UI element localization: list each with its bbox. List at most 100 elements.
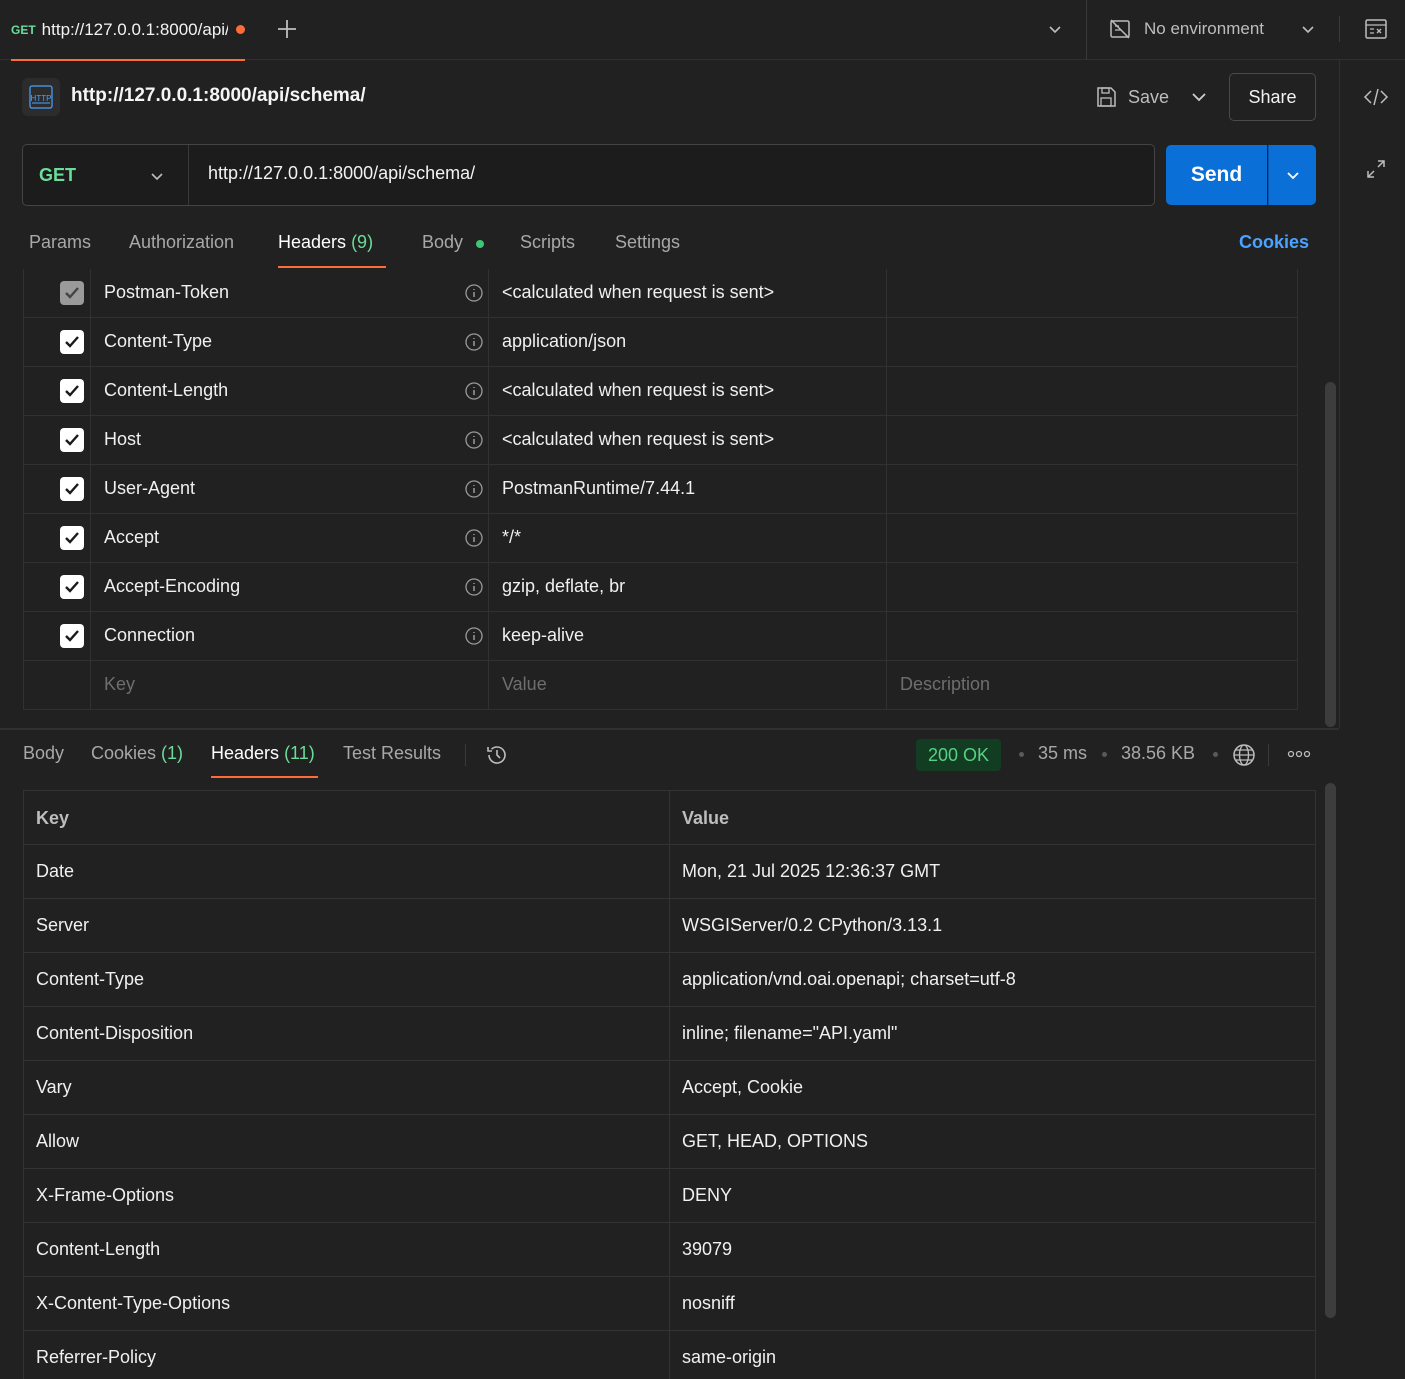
header-value: gzip, deflate, br xyxy=(502,576,626,596)
table-row: Allow GET, HEAD, OPTIONS xyxy=(23,1115,1316,1169)
header-value[interactable]: application/json xyxy=(502,331,626,352)
header-description[interactable] xyxy=(887,514,1298,563)
table-row: Server WSGIServer/0.2 CPython/3.13.1 xyxy=(23,899,1316,953)
header-checkbox[interactable] xyxy=(60,281,84,305)
request-title[interactable]: http://127.0.0.1:8000/api/schema/ xyxy=(71,85,366,107)
response-header-value: WSGIServer/0.2 CPython/3.13.1 xyxy=(682,915,943,935)
response-header-value: application/vnd.oai.openapi; charset=utf… xyxy=(682,969,1016,989)
network-info-button[interactable] xyxy=(1231,742,1257,768)
request-scrollbar[interactable] xyxy=(1325,382,1336,727)
response-header-key: X-Content-Type-Options xyxy=(36,1293,231,1313)
table-row: Content-Length <calculated when request … xyxy=(23,367,1298,416)
tab-params[interactable]: Params xyxy=(29,232,91,253)
tab-response-body[interactable]: Body xyxy=(23,743,64,764)
method-select[interactable]: GET xyxy=(23,145,189,205)
header-checkbox[interactable] xyxy=(60,526,84,550)
status-badge[interactable]: 200 OK xyxy=(916,739,1002,771)
method-label: GET xyxy=(39,164,77,185)
tab-scripts[interactable]: Scripts xyxy=(520,232,575,253)
response-header-value: Mon, 21 Jul 2025 12:36:37 GMT xyxy=(682,861,941,881)
header-description[interactable] xyxy=(887,563,1298,612)
table-row: Host <calculated when request is sent> xyxy=(23,416,1298,465)
header-key: Content-Length xyxy=(104,380,229,400)
response-header-key: Referrer-Policy xyxy=(36,1347,157,1367)
header-key: Host xyxy=(104,429,142,449)
header-description[interactable] xyxy=(887,269,1298,318)
tab-response-cookies[interactable]: Cookies (1) xyxy=(91,743,183,764)
separator xyxy=(465,744,466,766)
info-icon xyxy=(465,382,483,400)
expand-panel-button[interactable] xyxy=(1365,158,1387,180)
header-key[interactable]: Content-Type xyxy=(104,331,212,352)
tab-headers-count: (9) xyxy=(351,232,374,252)
response-tabs: Body Cookies (1) Headers (11) Test Resul… xyxy=(0,730,1339,780)
header-description[interactable] xyxy=(887,416,1298,465)
save-dropdown-button[interactable] xyxy=(1189,87,1209,107)
header-checkbox[interactable] xyxy=(60,330,84,354)
table-row: Postman-Token <calculated when request i… xyxy=(23,269,1298,318)
response-time[interactable]: 35 ms xyxy=(1038,743,1087,764)
request-tab[interactable]: GET http://127.0.0.1:8000/api/ xyxy=(11,0,245,61)
table-row: Accept-Encoding gzip, deflate, br xyxy=(23,563,1298,612)
header-checkbox[interactable] xyxy=(60,575,84,599)
response-header-key: Content-Disposition xyxy=(36,1023,194,1043)
table-row: Vary Accept, Cookie xyxy=(23,1061,1316,1115)
table-row: Content-Type application/vnd.oai.openapi… xyxy=(23,953,1316,1007)
header-checkbox[interactable] xyxy=(60,477,84,501)
header-description[interactable] xyxy=(887,318,1298,367)
info-icon xyxy=(465,627,483,645)
response-header-key: Date xyxy=(36,861,75,881)
tab-title: http://127.0.0.1:8000/api/ xyxy=(41,20,228,39)
response-scrollbar[interactable] xyxy=(1325,783,1336,1318)
table-row: Content-Type application/json xyxy=(23,318,1298,367)
environment-quicklook-icon xyxy=(1365,19,1387,39)
response-history-button[interactable] xyxy=(484,742,510,768)
response-header-key: Vary xyxy=(36,1077,72,1097)
response-size[interactable]: 38.56 KB xyxy=(1121,743,1195,764)
tab-body[interactable]: Body xyxy=(422,232,463,253)
environment-quicklook-button[interactable] xyxy=(1364,17,1388,41)
checkmark-icon xyxy=(65,532,79,544)
save-icon xyxy=(1097,87,1116,107)
new-tab-button[interactable] xyxy=(274,16,300,42)
tab-authorization[interactable]: Authorization xyxy=(129,232,234,253)
more-options-button[interactable] xyxy=(1287,748,1311,760)
new-description-input[interactable]: Description xyxy=(887,661,1298,710)
new-key-input[interactable]: Key xyxy=(91,661,489,710)
code-snippet-button[interactable] xyxy=(1363,85,1389,109)
header-value: <calculated when request is sent> xyxy=(502,429,775,449)
tab-settings[interactable]: Settings xyxy=(615,232,680,253)
send-button[interactable]: Send xyxy=(1166,145,1267,205)
header-description[interactable] xyxy=(887,465,1298,514)
new-value-input[interactable]: Value xyxy=(489,661,887,710)
http-icon: HTTP xyxy=(29,85,53,109)
header-value: <calculated when request is sent> xyxy=(502,380,775,400)
header-checkbox[interactable] xyxy=(60,428,84,452)
header-checkbox[interactable] xyxy=(60,624,84,648)
chevron-down-icon xyxy=(1192,93,1206,102)
send-options-button[interactable] xyxy=(1268,145,1316,205)
tab-test-results[interactable]: Test Results xyxy=(343,743,441,764)
http-badge: HTTP xyxy=(22,78,60,116)
header-key: Accept-Encoding xyxy=(104,576,241,596)
save-button[interactable]: Save xyxy=(1094,82,1169,112)
header-checkbox[interactable] xyxy=(60,379,84,403)
table-row: Date Mon, 21 Jul 2025 12:36:37 GMT xyxy=(23,845,1316,899)
tab-response-headers[interactable]: Headers (11) xyxy=(211,743,315,764)
header-key: Accept xyxy=(104,527,160,547)
checkmark-icon xyxy=(65,630,79,642)
tab-headers[interactable]: Headers (9) xyxy=(278,232,373,253)
share-button[interactable]: Share xyxy=(1229,73,1316,121)
header-description[interactable] xyxy=(887,612,1298,661)
environment-dropdown[interactable] xyxy=(1299,20,1317,38)
header-description[interactable] xyxy=(887,367,1298,416)
cookies-link[interactable]: Cookies xyxy=(1239,232,1309,253)
checkmark-icon xyxy=(65,336,79,348)
tab-bar: GET http://127.0.0.1:8000/api/ No enviro… xyxy=(0,0,1405,61)
url-input[interactable] xyxy=(208,163,1108,184)
tabs-dropdown-button[interactable] xyxy=(1046,20,1064,38)
environment-selector[interactable]: No environment xyxy=(1108,16,1264,42)
tab-res-headers-label: Headers xyxy=(211,743,280,763)
chevron-down-icon xyxy=(1286,172,1299,180)
info-icon xyxy=(465,333,483,351)
